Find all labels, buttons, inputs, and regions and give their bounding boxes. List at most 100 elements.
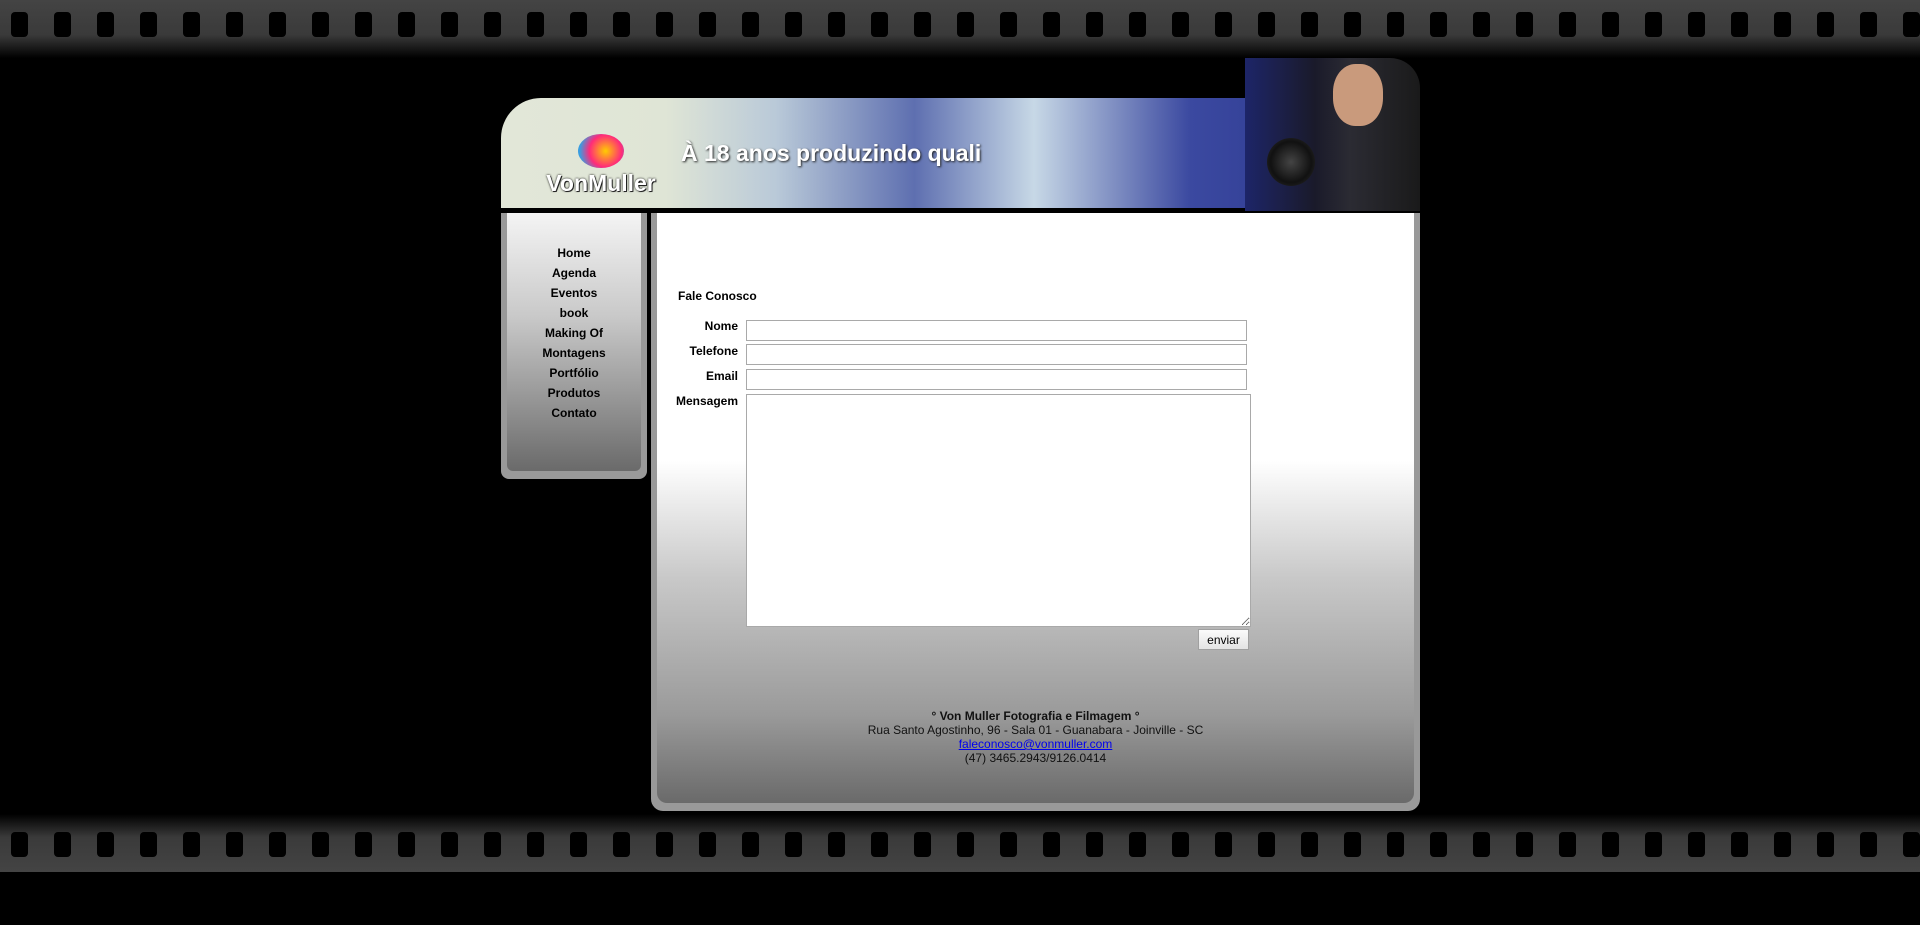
film-hole: [527, 832, 544, 857]
nav-agenda[interactable]: Agenda: [507, 263, 641, 283]
nav-portfolio[interactable]: Portfólio: [507, 363, 641, 383]
film-hole: [11, 832, 28, 857]
film-hole: [1817, 832, 1834, 857]
film-hole: [1301, 12, 1318, 37]
nav-eventos[interactable]: Eventos: [507, 283, 641, 303]
film-hole: [914, 12, 931, 37]
nav-montagens[interactable]: Montagens: [507, 343, 641, 363]
film-hole: [1473, 832, 1490, 857]
sidebar: Home Agenda Eventos book Making Of Monta…: [501, 213, 647, 479]
nav-home[interactable]: Home: [507, 243, 641, 263]
film-hole: [355, 12, 372, 37]
film-hole: [1860, 12, 1877, 37]
film-hole: [398, 12, 415, 37]
slogan: À 18 anos produzindo quali: [681, 140, 982, 166]
nome-label: Nome: [704, 319, 738, 333]
film-hole: [312, 12, 329, 37]
form-title: Fale Conosco: [678, 289, 757, 303]
main-content: Fale Conosco Nome Telefone Email Mensage…: [651, 213, 1420, 811]
film-hole: [613, 12, 630, 37]
film-hole: [441, 832, 458, 857]
film-hole: [54, 832, 71, 857]
film-hole: [1516, 12, 1533, 37]
film-hole: [1473, 12, 1490, 37]
film-hole: [226, 832, 243, 857]
main-nav: Home Agenda Eventos book Making Of Monta…: [507, 243, 641, 423]
film-hole: [1731, 832, 1748, 857]
film-hole: [1215, 12, 1232, 37]
film-hole: [183, 12, 200, 37]
film-hole: [1000, 832, 1017, 857]
film-hole: [484, 832, 501, 857]
camera-image: [1267, 138, 1315, 186]
film-hole: [1172, 832, 1189, 857]
enviar-button[interactable]: enviar: [1198, 629, 1249, 650]
footer-email-link[interactable]: faleconosco@vonmuller.com: [959, 737, 1113, 751]
film-hole: [484, 12, 501, 37]
film-hole: [1903, 832, 1920, 857]
film-hole: [355, 832, 372, 857]
film-hole: [1086, 832, 1103, 857]
film-hole: [1215, 832, 1232, 857]
film-hole: [1344, 832, 1361, 857]
film-hole: [1645, 12, 1662, 37]
film-hole: [441, 12, 458, 37]
film-hole: [269, 832, 286, 857]
film-hole: [871, 832, 888, 857]
film-hole: [1688, 832, 1705, 857]
footer-address: Rua Santo Agostinho, 96 - Sala 01 - Guan…: [867, 723, 1204, 737]
film-hole: [11, 12, 28, 37]
film-hole: [1774, 832, 1791, 857]
film-hole: [1903, 12, 1920, 37]
film-hole: [1043, 832, 1060, 857]
film-hole: [656, 12, 673, 37]
nav-contato[interactable]: Contato: [507, 403, 641, 423]
logo[interactable]: VonMuller: [536, 134, 666, 197]
film-hole: [699, 12, 716, 37]
film-hole: [1645, 832, 1662, 857]
film-hole: [398, 832, 415, 857]
mensagem-textarea[interactable]: [746, 394, 1251, 627]
film-hole: [699, 832, 716, 857]
film-hole: [1129, 12, 1146, 37]
film-hole: [828, 832, 845, 857]
film-hole: [570, 12, 587, 37]
film-hole: [183, 832, 200, 857]
film-hole: [1602, 832, 1619, 857]
nav-making-of[interactable]: Making Of: [507, 323, 641, 343]
photographer-photo: [1245, 58, 1420, 211]
film-hole: [1817, 12, 1834, 37]
film-hole: [656, 832, 673, 857]
film-hole: [1172, 12, 1189, 37]
telefone-input[interactable]: [746, 344, 1247, 365]
logo-text: VonMuller: [546, 170, 656, 196]
film-hole: [54, 12, 71, 37]
film-hole: [914, 832, 931, 857]
nome-input[interactable]: [746, 320, 1247, 341]
film-hole: [742, 832, 759, 857]
film-hole: [1430, 832, 1447, 857]
film-hole: [269, 12, 286, 37]
face-image: [1333, 64, 1383, 126]
film-hole: [1602, 12, 1619, 37]
telefone-label: Telefone: [689, 344, 738, 358]
film-hole: [613, 832, 630, 857]
film-hole: [957, 832, 974, 857]
film-hole: [1043, 12, 1060, 37]
email-label: Email: [705, 369, 738, 383]
film-strip-top: [0, 0, 1920, 58]
nav-book[interactable]: book: [507, 303, 641, 323]
footer-company: ° Von Muller Fotografia e Filmagem °: [931, 709, 1140, 723]
film-hole: [97, 832, 114, 857]
film-hole: [1129, 832, 1146, 857]
email-input[interactable]: [746, 369, 1247, 390]
film-hole: [1301, 832, 1318, 857]
film-hole: [1516, 832, 1533, 857]
film-hole: [1559, 12, 1576, 37]
film-hole: [1860, 832, 1877, 857]
mensagem-label: Mensagem: [675, 394, 738, 408]
nav-produtos[interactable]: Produtos: [507, 383, 641, 403]
film-hole: [1559, 832, 1576, 857]
film-hole: [742, 12, 759, 37]
film-hole: [957, 12, 974, 37]
